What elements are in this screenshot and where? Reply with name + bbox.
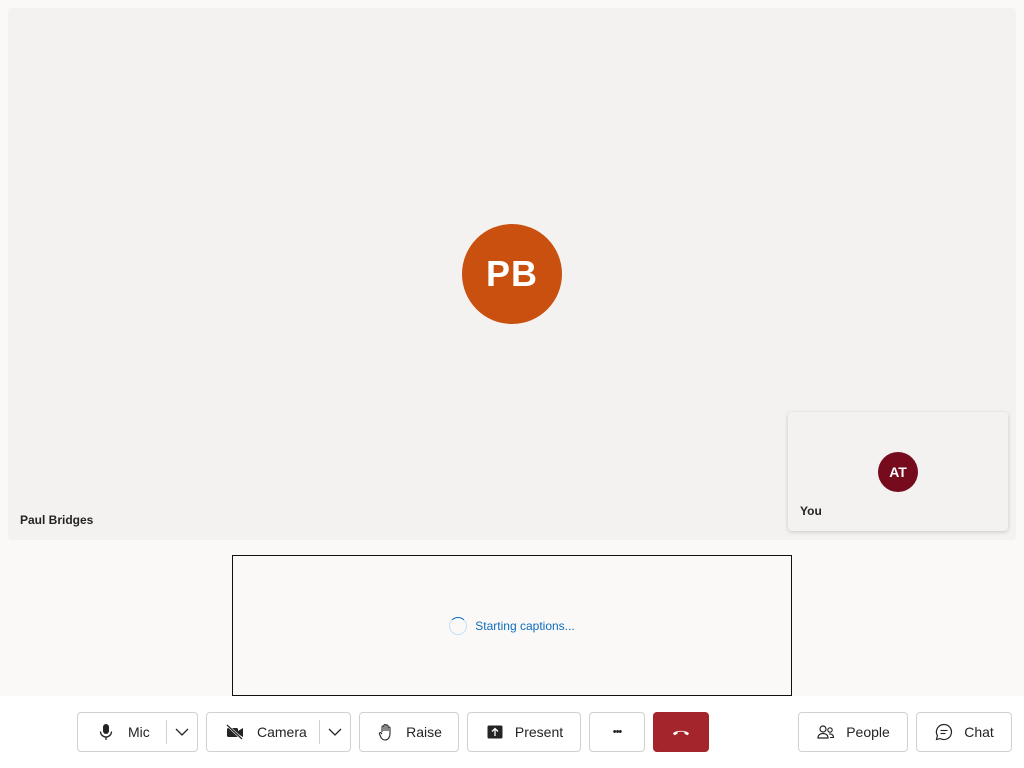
- loading-spinner-icon: [449, 616, 468, 635]
- more-icon: •••: [612, 726, 623, 738]
- raise-label: Raise: [406, 724, 442, 740]
- raise-hand-button[interactable]: Raise: [359, 712, 459, 752]
- camera-off-icon: [225, 722, 245, 742]
- captions-status: Starting captions...: [475, 618, 575, 633]
- live-captions-panel: Starting captions...: [232, 555, 792, 696]
- participant-name-label: Paul Bridges: [20, 513, 94, 527]
- people-button[interactable]: People: [798, 712, 908, 752]
- mic-button[interactable]: Mic: [78, 713, 150, 751]
- mic-options-button[interactable]: [167, 713, 197, 751]
- chevron-down-icon: [328, 728, 342, 736]
- share-screen-icon: [485, 722, 505, 742]
- camera-button[interactable]: Camera: [207, 713, 307, 751]
- microphone-icon: [96, 722, 116, 742]
- chat-icon: [934, 722, 954, 742]
- chevron-down-icon: [175, 728, 189, 736]
- present-button[interactable]: Present: [467, 712, 581, 752]
- participant-avatar: PB: [462, 224, 562, 324]
- leave-call-button[interactable]: [653, 712, 709, 752]
- camera-control: Camera: [206, 712, 351, 752]
- mic-label: Mic: [128, 724, 150, 740]
- meeting-toolbar: Mic Camera Raise Present ••• People Chat: [0, 696, 1024, 768]
- self-avatar: AT: [878, 452, 918, 492]
- present-label: Present: [514, 724, 564, 740]
- mic-control: Mic: [77, 712, 198, 752]
- camera-options-button[interactable]: [320, 713, 350, 751]
- people-icon: [816, 722, 836, 742]
- camera-label: Camera: [257, 724, 307, 740]
- self-view-label: You: [800, 504, 822, 518]
- chat-button[interactable]: Chat: [916, 712, 1012, 752]
- more-options-button[interactable]: •••: [589, 712, 645, 752]
- hang-up-icon: [673, 730, 689, 736]
- chat-label: Chat: [964, 724, 994, 740]
- hand-icon: [376, 722, 396, 742]
- people-label: People: [846, 724, 890, 740]
- self-view-tile[interactable]: AT You: [788, 412, 1008, 531]
